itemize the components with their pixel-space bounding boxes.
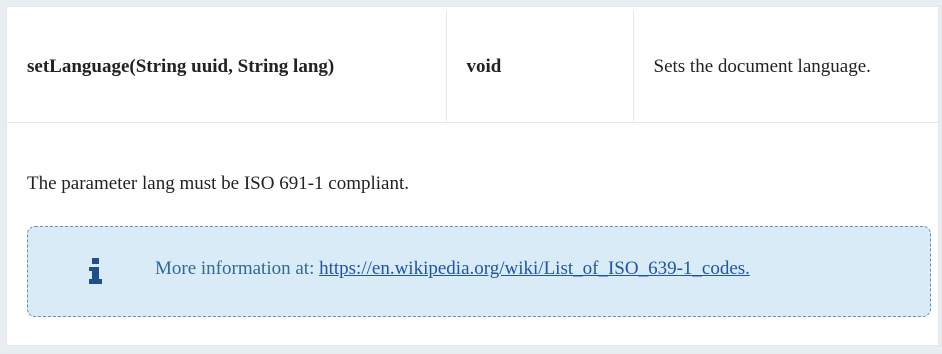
description-cell: Sets the document language.	[633, 11, 938, 123]
page-frame: setLanguage(String uuid, String lang) vo…	[0, 0, 942, 354]
table-row: setLanguage(String uuid, String lang) vo…	[7, 11, 938, 123]
method-signature: setLanguage(String uuid, String lang)	[27, 55, 335, 77]
return-type: void	[466, 55, 502, 77]
iso-codes-link[interactable]: https://en.wikipedia.org/wiki/List_of_IS…	[319, 258, 750, 279]
method-signature-cell: setLanguage(String uuid, String lang)	[7, 11, 447, 123]
method-table: setLanguage(String uuid, String lang) vo…	[7, 11, 938, 123]
return-type-cell: void	[446, 11, 634, 123]
info-prefix: More information at:	[155, 258, 315, 279]
info-icon	[89, 258, 102, 284]
info-callout: More information at: https://en.wikipedi…	[27, 226, 931, 317]
method-description: Sets the document language.	[653, 55, 871, 77]
content-card: setLanguage(String uuid, String lang) vo…	[6, 6, 939, 346]
parameter-note: The parameter lang must be ISO 691-1 com…	[27, 173, 410, 194]
info-message: More information at: https://en.wikipedi…	[155, 258, 750, 280]
